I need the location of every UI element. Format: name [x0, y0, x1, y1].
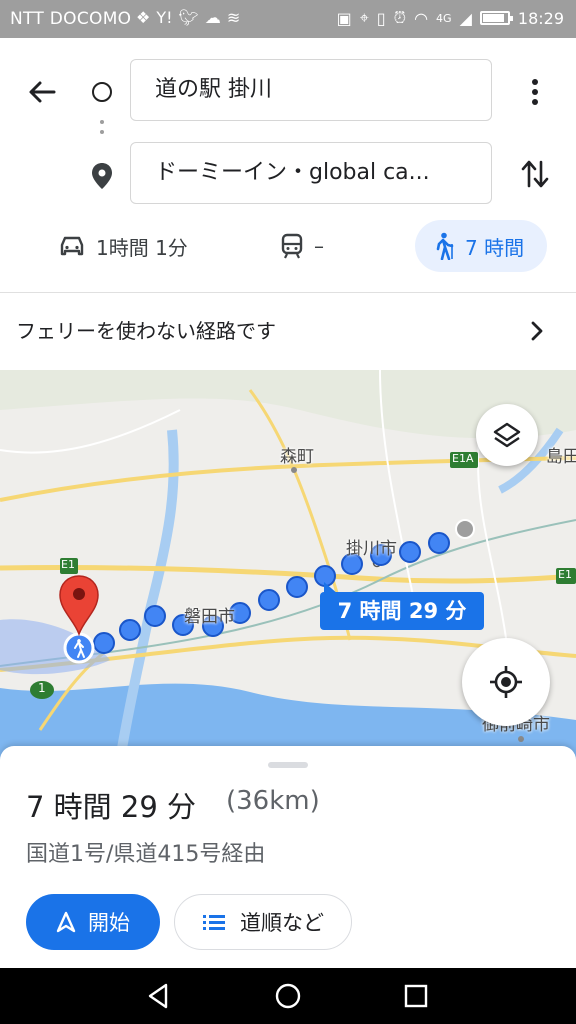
map-label-shimada: 島田 [546, 447, 576, 467]
map-shield-e1-west: E1 [61, 558, 75, 571]
directions-panel: 道の駅 掛川 ドーミーイン・global ca... 1時間 1分 – 7 時間… [0, 38, 576, 370]
yahoo-icon: Y! [156, 8, 173, 27]
route-distance: (36km) [226, 786, 320, 816]
map-label-kakegawa: 掛川市 [346, 539, 397, 559]
start-button[interactable]: 開始 [26, 894, 160, 950]
car-icon [60, 236, 84, 256]
chevron-right-icon [531, 321, 543, 341]
my-location-button[interactable] [462, 638, 550, 726]
status-bar: NTT DOCOMO ❖ Y! 🐦︎ ☁ ≋ ▣ ⌖ ▯ ⏰︎ ◠ 4G ◢ 1… [0, 0, 576, 38]
map-shield-e1-east: E1 [558, 568, 572, 581]
signal-icon: ◢ [459, 8, 472, 28]
location-icon: ⌖ [359, 8, 369, 27]
destination-pin-icon [92, 163, 112, 189]
origin-marker-icon [92, 82, 112, 102]
tab-transit[interactable]: – [280, 218, 324, 274]
map-shield-route1: 1 [38, 681, 46, 695]
system-nav-bar [0, 968, 576, 1024]
origin-input[interactable]: 道の駅 掛川 [130, 59, 492, 121]
steps-label: 道順など [240, 911, 324, 935]
recents-square-icon[interactable] [400, 980, 432, 1012]
route-via: 国道1号/県道415号経由 [26, 842, 266, 867]
map-view[interactable]: 森町 掛川市 磐田市 島田 御前崎市 E1A E1 E1 1 7 時間 29 分 [0, 370, 576, 760]
dropbox-icon: ❖ [136, 8, 151, 27]
route-notice-text: フェリーを使わない経路です [16, 319, 276, 343]
network-type: 4G [436, 11, 452, 25]
route-summary-sheet[interactable]: 7 時間 29 分 (36km) 国道1号/県道415号経由 開始 道順など [0, 746, 576, 968]
car-duration: 1時間 1分 [96, 235, 188, 260]
wifi-icon: ◠ [414, 8, 429, 28]
map-shield-e1a: E1A [452, 452, 474, 465]
list-icon [203, 915, 225, 930]
nfc-icon: ▣ [336, 8, 352, 28]
travel-mode-tabs: 1時間 1分 – 7 時間 [0, 218, 576, 274]
home-circle-icon[interactable] [272, 980, 304, 1012]
drag-handle[interactable] [268, 762, 308, 768]
tab-walk[interactable]: 7 時間 [415, 220, 547, 272]
navigation-arrow-icon [56, 911, 76, 933]
steps-button[interactable]: 道順など [174, 894, 352, 950]
swap-icon[interactable] [518, 156, 552, 192]
route-duration-bubble[interactable]: 7 時間 29 分 [320, 582, 484, 630]
route-duration: 7 時間 29 分 [26, 790, 197, 824]
layers-icon [493, 422, 521, 448]
notification-icons: ❖ Y! 🐦︎ ☁ ≋ [136, 8, 240, 27]
map-label-iwata: 磐田市 [184, 607, 235, 627]
train-icon [281, 233, 303, 259]
walk-icon [436, 232, 454, 260]
vibrate-icon: ▯ [376, 8, 386, 28]
destination-input[interactable]: ドーミーイン・global ca... [130, 142, 492, 204]
start-label: 開始 [88, 911, 130, 935]
clock: 18:29 [517, 8, 564, 28]
wifi-share-icon: ≋ [226, 8, 241, 27]
back-triangle-icon[interactable] [142, 980, 174, 1012]
status-icons: ▣ ⌖ ▯ ⏰︎ ◠ 4G ◢ 18:29 [337, 8, 564, 28]
cloud-icon: ☁ [204, 8, 221, 27]
walk-duration: 7 時間 [465, 235, 525, 260]
screen: NTT DOCOMO ❖ Y! 🐦︎ ☁ ≋ ▣ ⌖ ▯ ⏰︎ ◠ 4G ◢ 1… [0, 0, 576, 1024]
more-options-icon[interactable] [524, 74, 546, 110]
map-label-morimachi: 森町 [280, 447, 314, 467]
layers-button[interactable] [476, 404, 538, 466]
route-notice[interactable]: フェリーを使わない経路です [0, 293, 576, 370]
twitter-icon: 🐦︎ [178, 8, 199, 27]
route-dots-icon [100, 120, 104, 140]
transit-duration: – [314, 234, 324, 258]
crosshair-icon [490, 666, 522, 698]
back-arrow-icon[interactable] [24, 74, 60, 110]
alarm-icon: ⏰︎ [393, 8, 407, 27]
battery-icon [479, 11, 513, 25]
carrier-label: NTT DOCOMO [10, 9, 132, 29]
tab-car[interactable]: 1時間 1分 [58, 218, 188, 274]
